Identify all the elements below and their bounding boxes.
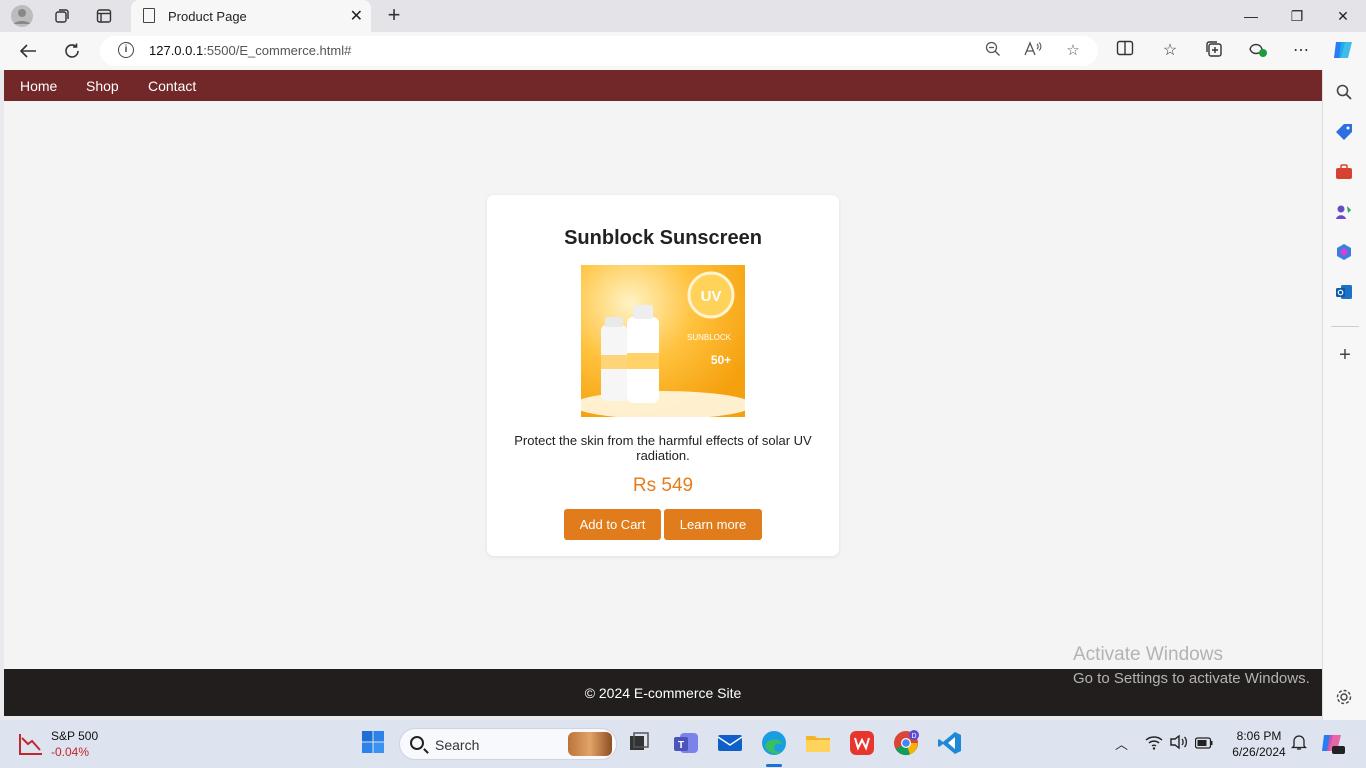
- wifi-icon[interactable]: [1145, 734, 1163, 750]
- add-sidebar-app-icon[interactable]: +: [1335, 345, 1355, 366]
- zoom-out-icon[interactable]: [983, 41, 1003, 61]
- uv-badge-text: UV: [701, 288, 722, 305]
- favorites-icon[interactable]: ☆: [1159, 40, 1181, 62]
- back-button[interactable]: [15, 38, 41, 64]
- show-hidden-icons-icon[interactable]: ︿: [1115, 734, 1128, 753]
- nav-link-shop[interactable]: Shop: [86, 78, 119, 94]
- close-window-button[interactable]: ✕: [1320, 4, 1366, 28]
- sidebar-divider: [1331, 326, 1359, 327]
- activate-windows-watermark: Activate Windows Go to Settings to activ…: [1073, 644, 1310, 687]
- collections-icon[interactable]: [1203, 40, 1225, 62]
- minimize-button[interactable]: —: [1228, 4, 1274, 28]
- active-app-indicator: [766, 764, 782, 767]
- nav-link-home[interactable]: Home: [20, 78, 57, 94]
- watermark-subtitle: Go to Settings to activate Windows.: [1073, 670, 1310, 687]
- close-tab-icon[interactable]: ✕: [350, 6, 363, 26]
- tab-product-page[interactable]: Product Page ✕: [131, 0, 371, 32]
- browser-toolbar: i 127.0.0.1:5500/E_commerce.html# ☆ ☆ ⋯: [0, 32, 1366, 70]
- restore-button[interactable]: ❐: [1274, 4, 1320, 28]
- search-icon[interactable]: [1335, 83, 1355, 103]
- microsoft-365-icon[interactable]: [1335, 243, 1355, 263]
- shopping-tag-icon[interactable]: [1335, 123, 1355, 143]
- site-navbar: Home Shop Contact: [4, 70, 1322, 101]
- site-info-icon[interactable]: i: [118, 42, 134, 58]
- favorite-star-icon[interactable]: ☆: [1063, 41, 1083, 61]
- nav-link-contact[interactable]: Contact: [148, 78, 196, 94]
- tools-icon[interactable]: [1335, 163, 1355, 183]
- watermark-title: Activate Windows: [1073, 644, 1223, 665]
- product-card: Sunblock Sunscreen UV SUNBLOCK 50+ Prote…: [487, 195, 839, 556]
- stock-chart-icon[interactable]: [18, 732, 44, 756]
- browser-titlebar: Product Page ✕ + — ❐ ✕: [0, 0, 1366, 32]
- more-options-icon[interactable]: ⋯: [1290, 40, 1312, 62]
- search-highlight-icon: [568, 732, 612, 756]
- page-icon: [143, 8, 155, 23]
- search-icon: [410, 736, 424, 750]
- sunblock-brand-text: SUNBLOCK: [687, 333, 732, 342]
- stock-change: -0.04%: [51, 745, 90, 759]
- search-placeholder: Search: [435, 737, 480, 753]
- product-description: Protect the skin from the harmful effect…: [514, 433, 812, 463]
- settings-gear-icon[interactable]: [1335, 688, 1355, 708]
- split-screen-icon[interactable]: [1114, 40, 1136, 62]
- mail-icon[interactable]: [717, 730, 743, 756]
- stock-widget[interactable]: S&P 500 -0.04%: [51, 728, 98, 760]
- copilot-pre-icon[interactable]: [1321, 731, 1345, 755]
- taskbar-search[interactable]: Search: [399, 728, 617, 760]
- clock-time: 8:06 PM: [1236, 729, 1282, 743]
- page-viewport: Home Shop Contact Sunblock Sunscreen UV: [4, 70, 1322, 716]
- add-to-cart-button[interactable]: Add to Cart: [564, 509, 661, 540]
- battery-icon[interactable]: [1194, 736, 1213, 749]
- copilot-icon[interactable]: [1331, 38, 1353, 60]
- browser-essentials-icon[interactable]: [1247, 40, 1269, 62]
- footer-text: © 2024 E-commerce Site: [584, 685, 742, 701]
- edge-browser-icon[interactable]: [761, 730, 787, 756]
- refresh-button[interactable]: [59, 38, 85, 64]
- product-title: Sunblock Sunscreen: [564, 227, 762, 249]
- product-image: UV SUNBLOCK 50+: [581, 265, 745, 417]
- notification-bell-icon[interactable]: [1290, 734, 1308, 750]
- wps-office-icon[interactable]: [849, 730, 875, 756]
- chrome-icon[interactable]: D: [893, 730, 919, 756]
- profile-icon[interactable]: [9, 4, 35, 28]
- stock-name: S&P 500: [51, 729, 99, 743]
- new-tab-button[interactable]: +: [382, 4, 406, 28]
- windows-start-icon[interactable]: [361, 730, 387, 756]
- svg-text:D: D: [911, 733, 916, 740]
- workspaces-icon[interactable]: [49, 4, 75, 28]
- tab-actions-icon[interactable]: [91, 4, 117, 28]
- windows-taskbar: S&P 500 -0.04% Search T D ︿ 8:06 PM 6/26…: [0, 720, 1366, 768]
- address-bar[interactable]: i 127.0.0.1:5500/E_commerce.html# ☆: [100, 36, 1098, 66]
- edge-sidebar: +: [1322, 70, 1366, 720]
- tab-title: Product Page: [168, 9, 247, 24]
- outlook-icon[interactable]: [1335, 283, 1355, 303]
- clock-date: 6/26/2024: [1232, 745, 1286, 759]
- volume-icon[interactable]: [1170, 734, 1188, 750]
- system-clock[interactable]: 8:06 PM 6/26/2024: [1228, 728, 1290, 760]
- url-text[interactable]: 127.0.0.1:5500/E_commerce.html#: [149, 43, 351, 58]
- learn-more-button[interactable]: Learn more: [664, 509, 762, 540]
- teams-icon[interactable]: T: [673, 730, 699, 756]
- file-explorer-icon[interactable]: [805, 730, 831, 756]
- task-view-icon[interactable]: [627, 730, 653, 756]
- spf-text: 50+: [711, 353, 731, 367]
- vscode-icon[interactable]: [937, 730, 963, 756]
- games-icon[interactable]: [1335, 203, 1355, 223]
- product-price: Rs 549: [632, 475, 694, 496]
- read-aloud-icon[interactable]: [1023, 41, 1043, 61]
- svg-text:T: T: [678, 740, 684, 751]
